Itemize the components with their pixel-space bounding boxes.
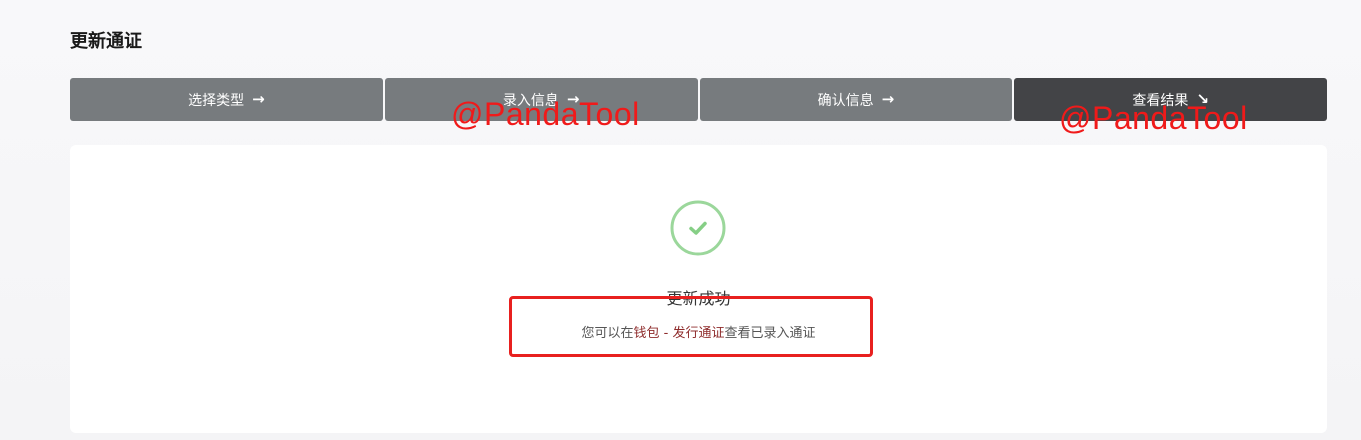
watermark: @PandaTool [451,96,640,132]
step-confirm-info[interactable]: 确认信息 → [699,78,1013,121]
step-label: 确认信息 [817,92,874,109]
arrow-right-icon: → [252,90,265,108]
check-circle-icon [670,200,726,256]
step-label: 选择类型 [188,92,245,109]
annotation-highlight-box [509,296,873,357]
step-select-type[interactable]: 选择类型 → [70,78,383,121]
watermark: @PandaTool [1059,100,1248,136]
page: 更新通证 选择类型 → 录入信息 → 确认信息 → 查看结果 ↘ 更新成功 您可… [0,0,1361,440]
arrow-right-icon: → [881,90,895,108]
result-card: 更新成功 您可以在钱包 - 发行通证查看已录入通证 [70,145,1327,433]
page-title: 更新通证 [70,31,142,52]
